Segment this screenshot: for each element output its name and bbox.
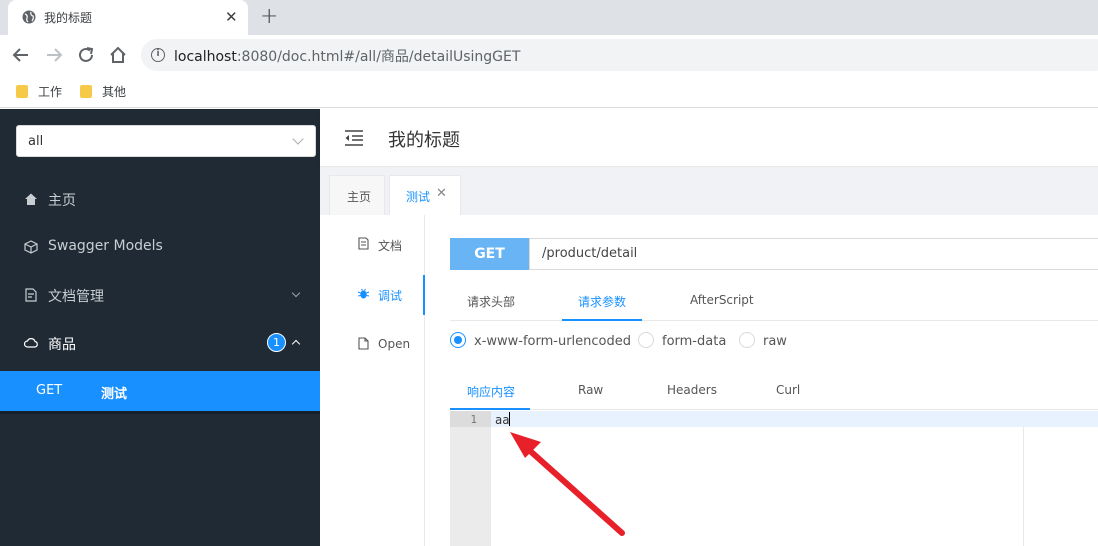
active-tab-indicator	[562, 319, 642, 321]
home-icon	[25, 193, 37, 205]
page-title: 我的标题	[388, 130, 460, 151]
tab-response-content[interactable]: 响应内容	[467, 383, 515, 400]
menu-fold-icon[interactable]	[345, 130, 363, 146]
folder-icon	[80, 85, 92, 98]
sidebar: all 主页 Swagger Models 文档管理 商品 1 GET 测试	[0, 109, 320, 546]
forward-icon[interactable]	[43, 44, 65, 66]
bookmarks-bar: 工作 其他	[0, 75, 1098, 108]
tab-test[interactable]: 测试 ✕	[389, 175, 461, 215]
close-icon[interactable]: ✕	[436, 186, 447, 201]
divider	[0, 411, 320, 414]
print-margin	[1023, 427, 1024, 546]
sidebar-item-product[interactable]: 商品 1	[0, 319, 320, 367]
cloud-icon	[24, 338, 38, 348]
address-bar[interactable]: i localhost:8080/doc.html#/all/商品/detail…	[141, 39, 1098, 71]
browser-toolbar: i localhost:8080/doc.html#/all/商品/detail…	[0, 35, 1098, 75]
url-host: localhost	[174, 49, 237, 65]
radio-circle	[739, 332, 755, 348]
tab-curl[interactable]: Curl	[776, 383, 800, 397]
request-path-input[interactable]: /product/detail	[529, 238, 1098, 270]
radio-label: raw	[763, 334, 787, 349]
home-icon[interactable]	[107, 44, 129, 66]
tab-headers[interactable]: Headers	[667, 383, 717, 397]
browser-tab-strip: 我的标题 ✕ +	[0, 0, 1098, 35]
main-content: 我的标题 主页 测试 ✕ 文档 调试 Open GET /product/det…	[320, 109, 1098, 546]
sidebar-item-label: 文档管理	[48, 289, 104, 305]
bookmark-folder[interactable]: 其他	[80, 83, 126, 100]
count-badge: 1	[267, 333, 286, 352]
cube-icon	[24, 240, 38, 254]
menu-item-label: 调试	[378, 289, 403, 303]
page-header: 我的标题	[320, 109, 1098, 167]
folder-icon	[16, 85, 28, 98]
reload-icon[interactable]	[75, 44, 97, 66]
radio-label: form-data	[662, 334, 727, 349]
request-url-row: GET /product/detail	[450, 238, 1098, 270]
browser-tab-title: 我的标题	[44, 11, 93, 25]
sidebar-item-doc-management[interactable]: 文档管理	[0, 271, 320, 319]
tab-raw[interactable]: Raw	[578, 383, 603, 397]
group-select-value: all	[28, 134, 44, 149]
menu-item-label: Open	[378, 337, 411, 351]
radio-label: x-www-form-urlencoded	[474, 334, 632, 349]
tab-afterscript[interactable]: AfterScript	[690, 293, 754, 307]
group-select[interactable]: all	[16, 125, 316, 157]
sidebar-item-swagger-models[interactable]: Swagger Models	[0, 223, 320, 271]
bookmark-folder[interactable]: 工作	[16, 83, 62, 100]
radio-form-data[interactable]: form-data	[638, 332, 726, 349]
bookmark-label: 工作	[38, 85, 63, 99]
bookmark-label: 其他	[102, 85, 127, 99]
editor-gutter: 1	[450, 411, 491, 546]
radio-circle	[638, 332, 654, 348]
globe-icon	[22, 10, 36, 24]
sidebar-item-label: 主页	[48, 193, 76, 209]
body-type-radio-group: x-www-form-urlencoded form-data raw	[450, 332, 1098, 352]
subitem-name: 测试	[101, 387, 128, 402]
sidebar-item-label: Swagger Models	[48, 238, 163, 254]
menu-item-debug[interactable]: 调试	[320, 275, 425, 315]
radio-raw[interactable]: raw	[739, 332, 787, 349]
document-icon	[25, 288, 37, 302]
close-tab-icon[interactable]: ✕	[225, 8, 238, 26]
tab-label: 主页	[347, 190, 372, 204]
sidebar-subitem-test[interactable]: GET 测试	[0, 371, 320, 411]
method-badge[interactable]: GET	[450, 238, 529, 270]
new-tab-button[interactable]: +	[260, 4, 278, 29]
tab-home[interactable]: 主页	[329, 175, 385, 215]
page-tabs: 主页 测试 ✕	[320, 167, 1098, 215]
tab-request-headers[interactable]: 请求头部	[467, 293, 515, 310]
url-text: localhost:8080/doc.html#/all/商品/detailUs…	[174, 46, 520, 66]
menu-item-label: 文档	[378, 239, 403, 253]
request-tabs: 请求头部 请求参数 AfterScript	[450, 285, 1098, 321]
line-number: 1	[470, 413, 477, 426]
menu-item-doc[interactable]: 文档	[320, 225, 425, 265]
chevron-down-icon	[291, 288, 301, 298]
url-path: :8080/doc.html#/all/商品/detailUsingGET	[236, 49, 521, 65]
bug-icon	[358, 288, 369, 299]
browser-tab[interactable]: 我的标题 ✕	[8, 0, 248, 35]
site-info-icon[interactable]: i	[151, 48, 165, 62]
api-left-menu: 文档 调试 Open	[320, 215, 425, 546]
tab-label: 测试	[406, 190, 431, 204]
annotation-arrow	[510, 432, 625, 536]
menu-item-open[interactable]: Open	[320, 325, 425, 365]
chevron-up-icon	[291, 339, 301, 349]
response-tabs: 响应内容 Raw Headers Curl	[450, 375, 1098, 410]
radio-circle	[450, 332, 466, 348]
file-icon	[358, 337, 369, 350]
back-icon[interactable]	[10, 44, 32, 66]
document-icon	[358, 237, 369, 250]
active-tab-indicator	[450, 408, 530, 410]
sidebar-item-home[interactable]: 主页	[0, 175, 320, 223]
chevron-down-icon	[292, 133, 304, 145]
tab-request-params[interactable]: 请求参数	[578, 293, 626, 310]
sidebar-item-label: 商品	[48, 337, 76, 353]
radio-urlencoded[interactable]: x-www-form-urlencoded	[450, 332, 631, 349]
subitem-method: GET	[36, 383, 63, 398]
